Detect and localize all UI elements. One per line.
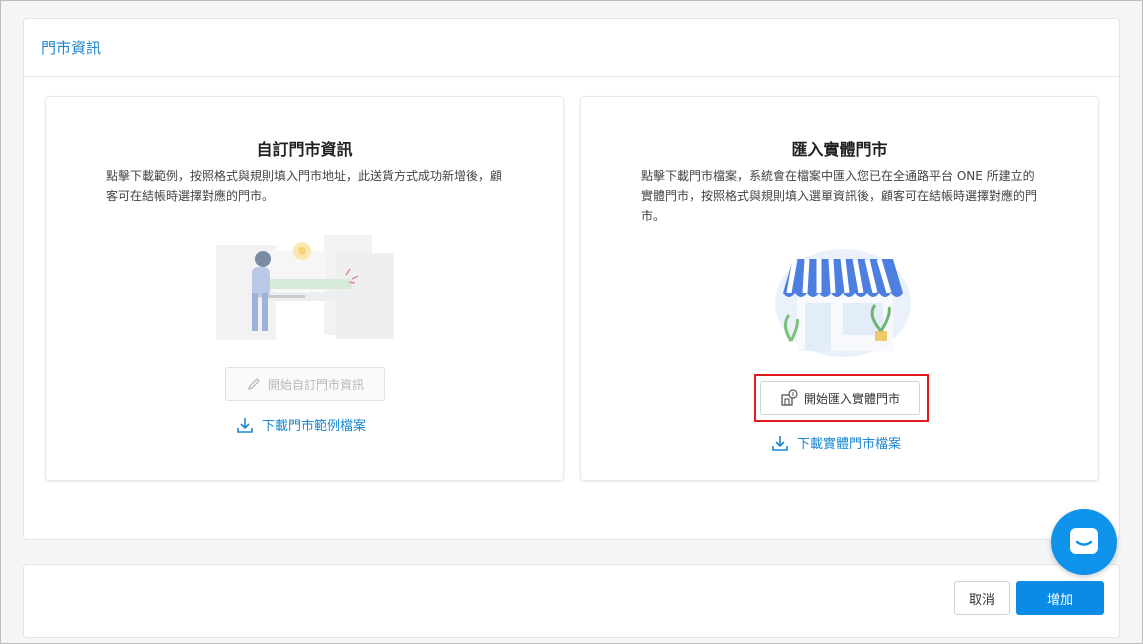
cancel-button[interactable]: 取消 — [954, 581, 1010, 615]
start-import-store-label: 開始匯入實體門市 — [803, 391, 900, 406]
custom-store-title: 自訂門市資訊 — [256, 140, 353, 159]
start-custom-store-button[interactable]: 開始自訂門市資訊 — [225, 367, 385, 401]
panel-header: 門市資訊 — [24, 19, 1119, 77]
download-store-sample-label: 下載門市範例檔案 — [262, 419, 367, 434]
download-physical-store-label: 下載實體門市檔案 — [797, 437, 902, 452]
store-front-illustration — [775, 249, 911, 357]
panel-title: 門市資訊 — [41, 39, 102, 57]
import-store-card: 匯入實體門市 點擊下載門市檔案，系統會在檔案中匯入您已在全通路平台 ONE 所建… — [580, 96, 1099, 481]
start-custom-store-label: 開始自訂門市資訊 — [267, 377, 364, 392]
download-store-sample-link[interactable]: 下載門市範例檔案 — [236, 415, 366, 434]
start-import-store-button[interactable]: 開始匯入實體門市 — [760, 381, 920, 415]
footer-bar: 取消 增加 — [23, 564, 1120, 638]
custom-store-description: 點擊下載範例，按照格式與規則填入門市地址，此送貨方式成功新增後，顧客可在結帳時選… — [106, 169, 503, 203]
store-icon — [781, 389, 798, 406]
chat-icon — [1070, 528, 1098, 554]
store-info-panel: 門市資訊 自訂門市資訊 點擊下載範例，按照格式與規則填入門市地址，此送貨方式成功… — [23, 18, 1120, 540]
custom-store-illustration — [216, 235, 394, 340]
add-button[interactable]: 增加 — [1016, 581, 1104, 615]
custom-store-card: 自訂門市資訊 點擊下載範例，按照格式與規則填入門市地址，此送貨方式成功新增後，顧… — [45, 96, 564, 481]
download-icon — [237, 417, 253, 433]
chat-launcher-button[interactable] — [1051, 509, 1117, 575]
import-store-description: 點擊下載門市檔案，系統會在檔案中匯入您已在全通路平台 ONE 所建立的實體門市，… — [641, 169, 1038, 223]
download-icon — [772, 435, 788, 451]
pencil-icon — [247, 378, 260, 391]
download-physical-store-link[interactable]: 下載實體門市檔案 — [771, 433, 901, 452]
import-store-title: 匯入實體門市 — [791, 140, 888, 159]
